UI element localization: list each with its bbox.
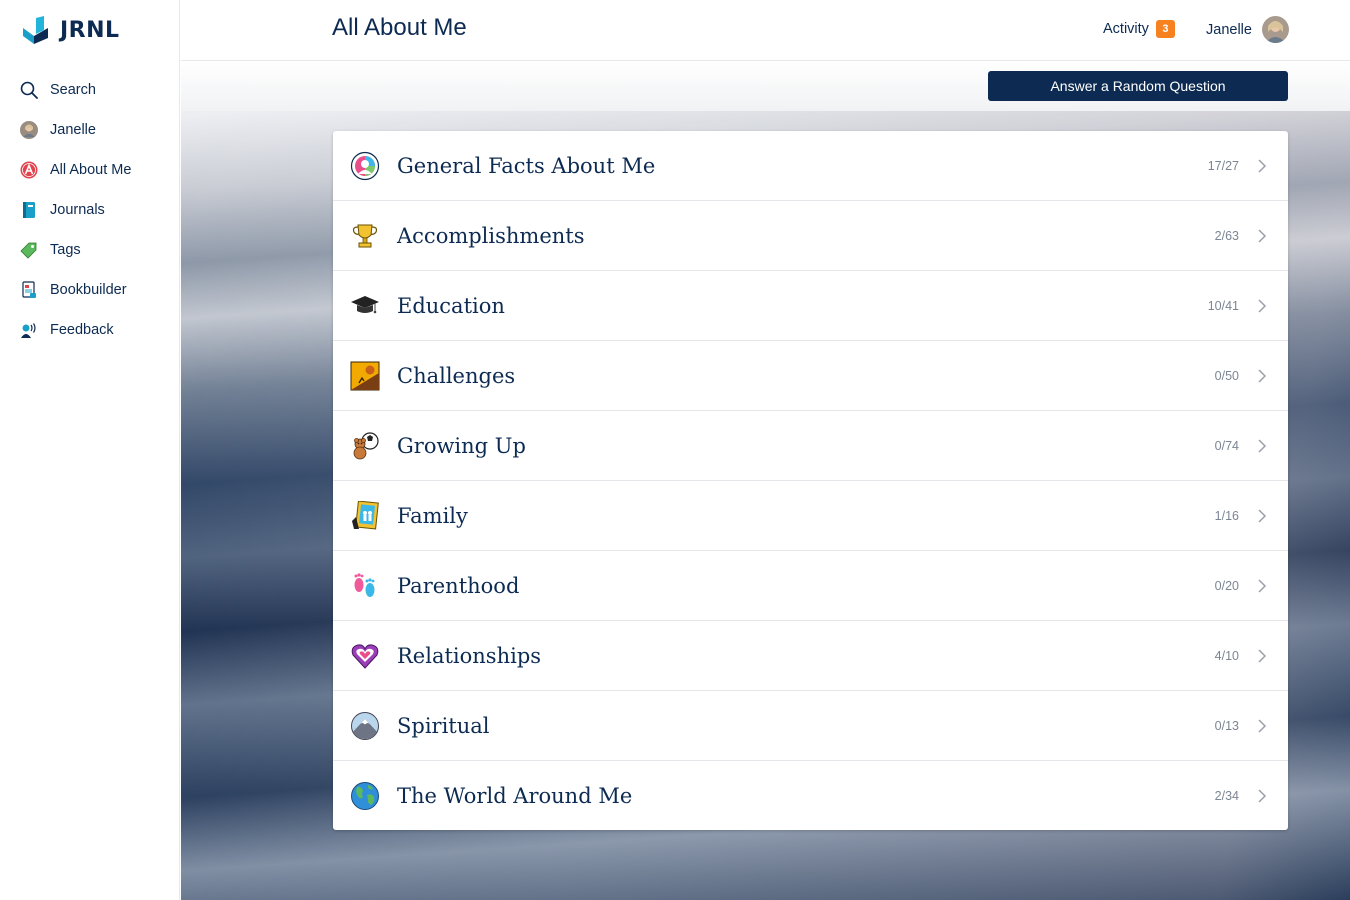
sidebar-item-label: Tags — [50, 242, 81, 258]
sidebar-item-all-about-me[interactable]: All About Me — [0, 150, 180, 190]
category-row-world-around-me[interactable]: The World Around Me 2/34 — [333, 761, 1288, 830]
category-label: Challenges — [397, 363, 516, 388]
sidebar-item-janelle[interactable]: Janelle — [0, 110, 180, 150]
category-label: General Facts About Me — [397, 153, 656, 178]
chevron-right-icon — [1258, 158, 1267, 173]
mountain-icon — [350, 711, 380, 741]
sidebar-item-feedback[interactable]: Feedback — [0, 310, 180, 350]
category-label: Family — [397, 503, 468, 528]
all-about-me-icon — [20, 161, 38, 179]
category-count: 0/50 — [1214, 368, 1239, 383]
sidebar-item-tags[interactable]: Tags — [0, 230, 180, 270]
category-label: Relationships — [397, 643, 542, 668]
category-count: 0/20 — [1214, 578, 1239, 593]
trophy-icon — [350, 221, 380, 251]
category-row-growing-up[interactable]: Growing Up 0/74 — [333, 411, 1288, 481]
chevron-right-icon — [1258, 508, 1267, 523]
journal-book-icon — [20, 201, 38, 219]
baby-feet-icon — [350, 571, 380, 601]
sidebar-item-search[interactable]: Search — [0, 70, 180, 110]
chevron-right-icon — [1258, 438, 1267, 453]
graduation-cap-icon — [350, 291, 380, 321]
category-count: 0/74 — [1214, 438, 1239, 453]
category-count: 2/63 — [1214, 228, 1239, 243]
category-row-parenthood[interactable]: Parenthood 0/20 — [333, 551, 1288, 621]
category-count: 10/41 — [1207, 298, 1239, 313]
sidebar-item-journals[interactable]: Journals — [0, 190, 180, 230]
sidebar-nav: Search Janelle All About Me Journals Tag… — [0, 70, 180, 350]
page-title: All About Me — [332, 14, 467, 41]
chevron-right-icon — [1258, 788, 1267, 803]
tag-icon — [20, 241, 38, 259]
top-header: All About Me Activity 3 Janelle — [181, 0, 1350, 61]
chevron-right-icon — [1258, 368, 1267, 383]
category-row-general-facts[interactable]: General Facts About Me 17/27 — [333, 131, 1288, 201]
category-label: Education — [397, 293, 505, 318]
chevron-right-icon — [1258, 718, 1267, 733]
search-icon — [20, 81, 38, 99]
jrnl-logo[interactable]: JRNL — [20, 14, 120, 46]
category-count: 0/13 — [1214, 718, 1239, 733]
category-list: General Facts About Me 17/27 Accomplishm… — [333, 131, 1288, 830]
category-count: 4/10 — [1214, 648, 1239, 663]
jrnl-logo-icon — [23, 16, 48, 44]
teddy-bear-icon — [350, 431, 380, 461]
category-row-relationships[interactable]: Relationships 4/10 — [333, 621, 1288, 691]
category-count: 2/34 — [1214, 788, 1239, 803]
sidebar-item-bookbuilder[interactable]: Bookbuilder — [0, 270, 180, 310]
category-count: 17/27 — [1207, 158, 1239, 173]
sidebar: JRNL Search Janelle All About Me Journal… — [0, 0, 180, 900]
chevron-right-icon — [1258, 648, 1267, 663]
sidebar-item-label: Search — [50, 82, 96, 98]
globe-icon — [350, 781, 380, 811]
category-label: The World Around Me — [397, 783, 633, 808]
sidebar-item-label: Feedback — [50, 322, 114, 338]
challenges-icon — [350, 361, 380, 391]
category-row-family[interactable]: Family 1/16 — [333, 481, 1288, 551]
user-name: Janelle — [1206, 21, 1252, 38]
category-row-education[interactable]: Education 10/41 — [333, 271, 1288, 341]
sidebar-item-label: All About Me — [50, 162, 132, 178]
category-count: 1/16 — [1214, 508, 1239, 523]
chevron-right-icon — [1258, 298, 1267, 313]
chevron-right-icon — [1258, 228, 1267, 243]
chevron-right-icon — [1258, 578, 1267, 593]
avatar — [1261, 16, 1289, 43]
user-menu[interactable]: Janelle — [1206, 16, 1289, 43]
bookbuilder-icon — [20, 281, 38, 299]
sidebar-item-label: Bookbuilder — [50, 282, 127, 298]
category-row-spiritual[interactable]: Spiritual 0/13 — [333, 691, 1288, 761]
general-facts-icon — [350, 151, 380, 181]
category-row-challenges[interactable]: Challenges 0/50 — [333, 341, 1288, 411]
activity-button[interactable]: Activity 3 — [1103, 20, 1175, 38]
answer-random-question-button[interactable]: Answer a Random Question — [988, 71, 1288, 101]
category-label: Parenthood — [397, 573, 520, 598]
feedback-icon — [20, 321, 38, 339]
logo-text: JRNL — [60, 17, 120, 43]
category-label: Spiritual — [397, 713, 490, 738]
activity-count-badge: 3 — [1155, 20, 1175, 38]
family-photo-icon — [350, 500, 380, 531]
heart-icon — [350, 641, 380, 671]
sidebar-item-label: Journals — [50, 202, 105, 218]
sidebar-item-label: Janelle — [50, 122, 96, 138]
category-label: Growing Up — [397, 433, 526, 458]
category-row-accomplishments[interactable]: Accomplishments 2/63 — [333, 201, 1288, 271]
avatar-icon — [20, 121, 38, 139]
activity-label: Activity — [1103, 21, 1149, 37]
category-label: Accomplishments — [397, 223, 585, 248]
